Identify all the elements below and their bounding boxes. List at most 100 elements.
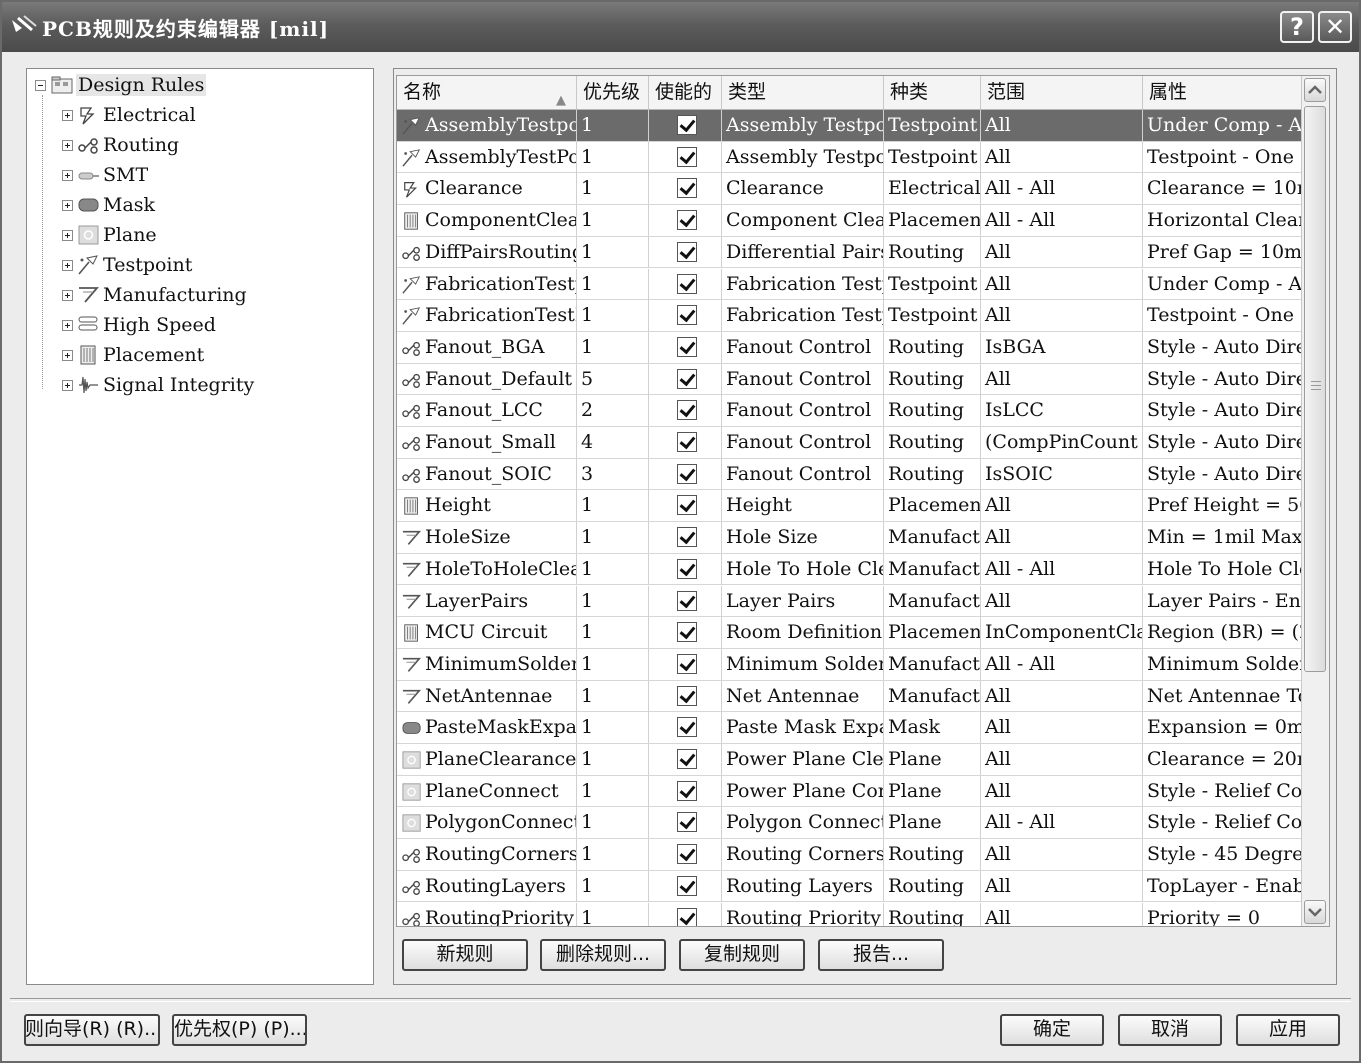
copy-rule-button[interactable]: 复制规则 <box>679 939 805 971</box>
cancel-button[interactable]: 取消 <box>1118 1014 1222 1046</box>
close-button[interactable]: ✕ <box>1318 11 1352 43</box>
table-row[interactable]: PolygonConnect1 Polygon Connect StylePlan… <box>397 807 1303 840</box>
enabled-checkbox[interactable] <box>677 115 697 135</box>
scroll-up-button[interactable] <box>1304 78 1326 102</box>
ok-button[interactable]: 确定 <box>1000 1014 1104 1046</box>
cell-enabled[interactable] <box>649 205 722 237</box>
cell-enabled[interactable] <box>649 648 722 680</box>
cell-enabled[interactable] <box>649 141 722 173</box>
enabled-checkbox[interactable] <box>677 273 697 294</box>
enabled-checkbox[interactable] <box>677 875 697 896</box>
enabled-checkbox[interactable] <box>677 368 697 389</box>
title-bar[interactable]: PCB规则及约束编辑器 [mil] ? ✕ <box>2 2 1359 52</box>
enabled-checkbox[interactable] <box>677 622 697 643</box>
enabled-checkbox[interactable] <box>677 907 697 926</box>
cell-enabled[interactable] <box>649 680 722 712</box>
enabled-checkbox[interactable] <box>677 210 697 231</box>
cell-enabled[interactable] <box>649 553 722 585</box>
cell-enabled[interactable] <box>649 712 722 744</box>
table-row[interactable]: RoutingLayers 1 Routing Layers Routing All To… <box>397 870 1303 903</box>
table-row[interactable]: PlaneClearance1 Power Plane ClearancePlan… <box>397 744 1303 776</box>
tree-item-placement[interactable]: Placement <box>62 341 204 369</box>
enabled-checkbox[interactable] <box>677 844 697 865</box>
tree-item-routing[interactable]: Routing <box>62 131 179 159</box>
expand-icon[interactable] <box>62 109 73 121</box>
enabled-checkbox[interactable] <box>677 495 697 516</box>
help-button[interactable]: ? <box>1280 11 1314 43</box>
cell-enabled[interactable] <box>649 522 722 554</box>
apply-button[interactable]: 应用 <box>1236 1014 1340 1046</box>
cell-enabled[interactable] <box>649 617 722 649</box>
collapse-icon[interactable] <box>35 79 46 91</box>
enabled-checkbox[interactable] <box>677 400 697 421</box>
table-row[interactable]: HoleToHoleClearance1 Hole To Hole Clearan… <box>397 553 1303 586</box>
table-row[interactable]: RoutingCorners 1 Routing Corners Routing All… <box>397 839 1303 871</box>
column-header-priority[interactable]: 优先级 <box>577 76 649 109</box>
tree-item-manufacturing[interactable]: Manufacturing <box>62 281 247 309</box>
enabled-checkbox[interactable] <box>677 432 697 452</box>
tree-item-high-speed[interactable]: High Speed <box>62 311 216 339</box>
enabled-checkbox[interactable] <box>677 780 697 801</box>
table-row[interactable]: DiffPairsRouting1 Differential Pairs Rout… <box>397 236 1303 269</box>
cell-enabled[interactable] <box>649 268 722 300</box>
delete-rule-button[interactable]: 删除规则... <box>540 939 666 971</box>
table-row[interactable]: NetAntennae 1 Net Antennae ManufacturingAll… <box>397 680 1303 713</box>
tree-item-electrical[interactable]: Electrical <box>62 101 196 129</box>
enabled-checkbox[interactable] <box>677 558 697 579</box>
tree-root[interactable]: Design Rules <box>35 71 207 99</box>
column-header-type[interactable]: 类型 <box>722 76 884 109</box>
enabled-checkbox[interactable] <box>677 178 697 199</box>
enabled-checkbox[interactable] <box>677 336 697 357</box>
column-header-kind[interactable]: 种类 <box>884 76 981 109</box>
column-header-name[interactable]: 名称 ▲ <box>397 76 577 109</box>
enabled-checkbox[interactable] <box>677 653 697 674</box>
cell-enabled[interactable] <box>649 490 722 522</box>
cell-enabled[interactable] <box>649 902 722 926</box>
cell-enabled[interactable] <box>649 775 722 807</box>
priority-button[interactable]: 优先权(P) (P)... <box>172 1014 307 1046</box>
tree-item-smt[interactable]: SMT <box>62 161 148 189</box>
tree-item-testpoint[interactable]: Testpoint <box>62 251 192 279</box>
cell-enabled[interactable] <box>649 870 722 902</box>
cell-enabled[interactable] <box>649 173 722 205</box>
table-row[interactable]: FabricationTestpoint1 Fabrication Testpoi… <box>397 268 1303 301</box>
cell-enabled[interactable] <box>649 331 722 363</box>
cell-enabled[interactable] <box>649 458 722 490</box>
table-row[interactable]: Clearance 1 Clearance Electrical All - All Cl… <box>397 173 1303 206</box>
table-row[interactable]: Height 1 Height Placement All Pref Height = 5… <box>397 490 1303 523</box>
vertical-scrollbar[interactable] <box>1301 76 1329 926</box>
enabled-checkbox[interactable] <box>677 146 697 167</box>
enabled-checkbox[interactable] <box>677 527 697 548</box>
cell-enabled[interactable] <box>649 300 722 332</box>
tree-item-plane[interactable]: Plane <box>62 221 157 249</box>
column-header-attr[interactable]: 属性 <box>1143 76 1303 109</box>
table-row[interactable]: MCU Circuit 1 Room Definition Placement InCo… <box>397 617 1303 649</box>
cell-enabled[interactable] <box>649 807 722 839</box>
expand-icon[interactable] <box>62 229 73 241</box>
scroll-down-button[interactable] <box>1304 900 1326 924</box>
table-row[interactable]: Fanout_BGA 1 Fanout Control Routing IsBGA Sty… <box>397 331 1303 364</box>
table-row[interactable]: AssemblyTestPointUsage1 Assembly Testpoin… <box>397 141 1303 174</box>
table-row[interactable]: Fanout_SOIC 3 Fanout Control Routing IsSOIC S… <box>397 458 1303 491</box>
table-row[interactable]: Fanout_LCC 2 Fanout Control Routing IsLCC Sty… <box>397 395 1303 427</box>
table-row[interactable]: PasteMaskExpansion1 Paste Mask ExpansionM… <box>397 712 1303 744</box>
rule-wizard-button[interactable]: 规则向导(R) (R)... <box>24 1014 160 1046</box>
column-header-enabled[interactable]: 使能的 <box>649 76 722 109</box>
table-row[interactable]: LayerPairs 1 Layer Pairs ManufacturingAll La… <box>397 585 1303 618</box>
table-row[interactable]: AssemblyTestpoint1 Assembly TestpointTest… <box>397 110 1303 142</box>
table-row[interactable]: ComponentClearance1 Component ClearancePl… <box>397 205 1303 237</box>
expand-icon[interactable] <box>62 289 73 301</box>
cell-enabled[interactable] <box>649 236 722 268</box>
table-row[interactable]: FabricationTestPointUsage1 Fabrication Te… <box>397 300 1303 332</box>
expand-icon[interactable] <box>62 199 73 211</box>
enabled-checkbox[interactable] <box>677 305 697 326</box>
cell-enabled[interactable] <box>649 839 722 871</box>
new-rule-button[interactable]: 新规则 <box>402 939 528 971</box>
table-row[interactable]: Fanout_Default 5 Fanout Control Routing All S… <box>397 363 1303 396</box>
table-row[interactable]: HoleSize 1 Hole Size ManufacturingAll Min = … <box>397 522 1303 554</box>
table-row[interactable]: MinimumSolderMaskSliver1 Minimum Solder M… <box>397 648 1303 681</box>
rule-tree-panel[interactable]: Design Rules Electrical Routing SMT Mask Pla… <box>26 68 374 985</box>
rules-table[interactable]: 名称▲优先级使能的类型种类范围属性 AssemblyTestpoint1Asse… <box>396 75 1330 927</box>
scroll-thumb[interactable] <box>1304 106 1326 672</box>
column-header-scope[interactable]: 范围 <box>981 76 1143 109</box>
